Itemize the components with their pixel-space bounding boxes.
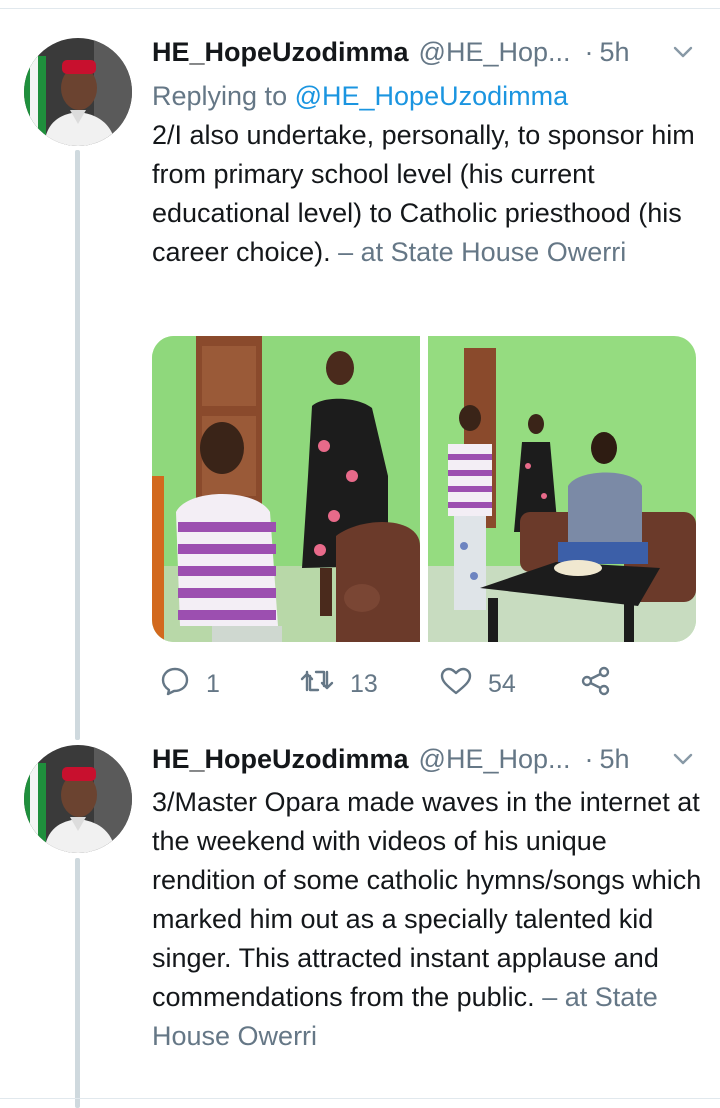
chevron-down-icon[interactable] (672, 41, 694, 63)
user-handle[interactable]: @HE_Hop... (419, 37, 571, 68)
separator-dot: · (584, 743, 594, 774)
retweet-icon (300, 668, 334, 701)
timestamp[interactable]: 5h (600, 37, 630, 68)
separator-dot: · (584, 36, 594, 67)
reply-mention-link[interactable]: @HE_HopeUzodimma (295, 81, 569, 111)
display-name[interactable]: HE_HopeUzodimma (152, 37, 409, 68)
tweet-text: 3/Master Opara made waves in the interne… (152, 783, 704, 1056)
location-link[interactable]: – at State House Owerri (338, 237, 626, 267)
tweet-header: HE_HopeUzodimma @HE_Hop... · 5h (152, 28, 704, 76)
tweet-header: HE_HopeUzodimma @HE_Hop... · 5h (152, 735, 704, 783)
timestamp[interactable]: 5h (600, 744, 630, 775)
retweet-count: 13 (350, 669, 378, 698)
heart-icon (440, 667, 472, 702)
replying-to: Replying to @HE_HopeUzodimma (152, 76, 704, 116)
tweet-text: 2/I also undertake, personally, to spons… (152, 116, 704, 272)
photo-1[interactable] (152, 336, 420, 642)
avatar[interactable] (24, 38, 132, 146)
replying-to-label: Replying to (152, 81, 288, 111)
tweet-body: 3/Master Opara made waves in the interne… (152, 787, 702, 1012)
reply-count: 1 (206, 669, 220, 698)
tweet[interactable]: HE_HopeUzodimma @HE_Hop... · 5h Replying… (152, 28, 704, 272)
bottom-divider (0, 1098, 720, 1099)
reply-icon (160, 666, 190, 703)
thread-connector (75, 858, 80, 1108)
tweet-actions: 1 13 54 (160, 664, 612, 704)
retweet-button[interactable]: 13 (300, 668, 440, 701)
media-grid (152, 336, 696, 642)
like-count: 54 (488, 669, 516, 698)
user-handle[interactable]: @HE_Hop... (419, 744, 571, 775)
tweet[interactable]: HE_HopeUzodimma @HE_Hop... · 5h 3/Master… (152, 735, 704, 1056)
photo-2[interactable] (428, 336, 696, 642)
share-button[interactable] (580, 666, 612, 703)
chevron-down-icon[interactable] (672, 748, 694, 770)
avatar[interactable] (24, 745, 132, 853)
share-icon (580, 666, 612, 703)
like-button[interactable]: 54 (440, 667, 580, 702)
top-divider (0, 8, 720, 9)
reply-button[interactable]: 1 (160, 666, 300, 703)
display-name[interactable]: HE_HopeUzodimma (152, 744, 409, 775)
thread-connector (75, 150, 80, 740)
